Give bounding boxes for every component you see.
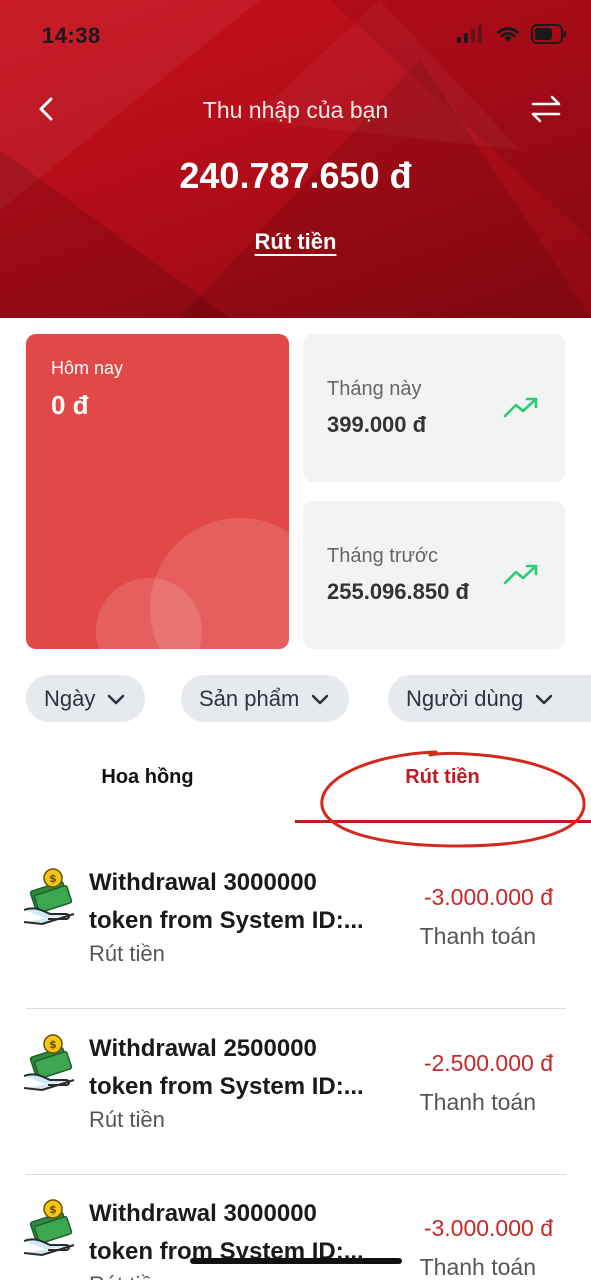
tab-commission[interactable]: Hoa hồng [0, 766, 295, 789]
svg-text:$: $ [49, 1038, 57, 1051]
transaction-type: Rút tiền [89, 1272, 165, 1280]
status-time: 14:38 [42, 23, 101, 48]
transaction-amount: -2.500.000 đ [423, 1050, 553, 1076]
transaction-type: Rút tiền [89, 941, 165, 966]
this-month-value: 399.000 đ [327, 412, 427, 437]
signal-icon [457, 25, 482, 43]
transaction-title-line1: Withdrawal 3000000 [89, 869, 317, 896]
chevron-down-icon [108, 694, 125, 704]
filter-product-label: Sản phẩm [199, 685, 300, 711]
svg-text:$: $ [49, 872, 57, 885]
divider [26, 1008, 566, 1009]
today-value: 0 đ [51, 390, 89, 420]
transaction-status: Thanh toán [419, 923, 536, 949]
filter-user[interactable]: Người dùng [388, 675, 591, 722]
page-title: Thu nhập của bạn [202, 97, 389, 123]
transaction-title-line2: token from System ID:... [89, 907, 364, 934]
money-hand-icon: $ [23, 868, 75, 925]
transaction-title: Withdrawal 3000000 token from System ID:… [89, 864, 379, 940]
filter-date-label: Ngày [44, 685, 96, 711]
last-month-label: Tháng trước [327, 545, 438, 567]
transaction-title-line2: token from System ID:... [89, 1238, 364, 1265]
svg-text:$: $ [49, 1203, 57, 1216]
transaction-amount: -3.000.000 đ [423, 1215, 553, 1241]
chevron-down-icon [311, 694, 329, 704]
transaction-status: Thanh toán [419, 1089, 536, 1115]
transaction-title-line1: Withdrawal 2500000 [89, 1035, 317, 1062]
transaction-title-line2: token from System ID:... [89, 1073, 364, 1100]
last-month-card: Tháng trước 255.096.850 đ [303, 501, 565, 649]
transaction-title: Withdrawal 2500000 token from System ID:… [89, 1030, 379, 1106]
withdraw-link[interactable]: Rút tiền [0, 229, 591, 255]
today-income-card: Hôm nay 0 đ [26, 334, 289, 649]
swap-button[interactable] [529, 92, 563, 126]
today-label: Hôm nay [51, 358, 124, 378]
home-indicator[interactable] [190, 1258, 402, 1264]
status-icons [457, 24, 567, 44]
battery-icon [531, 24, 566, 44]
this-month-card: Tháng này 399.000 đ [303, 334, 565, 482]
trending-up-icon [503, 564, 538, 585]
wifi-icon [497, 27, 519, 42]
last-month-value: 255.096.850 đ [327, 579, 469, 604]
transaction-type: Rút tiền [89, 1107, 165, 1132]
transaction-item[interactable]: $ Withdrawal 3000000 token from System I… [0, 844, 591, 1009]
swap-arrows-icon [531, 95, 561, 123]
transaction-amount: -3.000.000 đ [423, 884, 553, 910]
status-bar: 14:38 [0, 0, 591, 70]
money-hand-icon: $ [23, 1034, 75, 1091]
transaction-item[interactable]: $ Withdrawal 2500000 token from System I… [0, 1010, 591, 1175]
filter-product[interactable]: Sản phẩm [181, 675, 350, 722]
header: 14:38 Thu nhập của bạn 240.787.650 đ Rút… [0, 0, 591, 318]
this-month-label: Tháng này [327, 378, 422, 400]
total-income-balance: 240.787.650 đ [179, 155, 412, 196]
transaction-item[interactable]: $ Withdrawal 3000000 token from System I… [0, 1175, 591, 1280]
hand-drawn-annotation-circle [320, 750, 586, 848]
filter-user-label: Người dùng [406, 685, 524, 711]
transaction-title-line1: Withdrawal 3000000 [89, 1200, 317, 1227]
chevron-down-icon [535, 694, 553, 704]
trending-up-icon [503, 397, 538, 418]
transaction-status: Thanh toán [419, 1254, 536, 1280]
money-hand-icon: $ [23, 1199, 75, 1256]
filter-date[interactable]: Ngày [26, 675, 146, 722]
